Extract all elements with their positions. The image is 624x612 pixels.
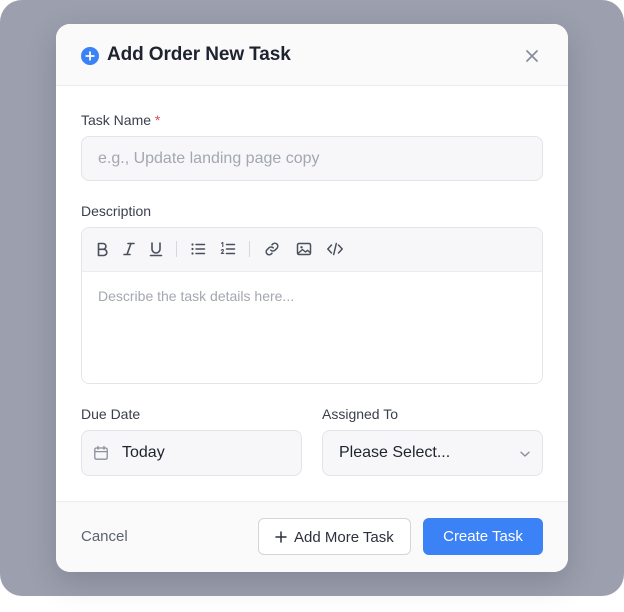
description-textarea[interactable] <box>82 272 542 383</box>
link-button[interactable] <box>263 240 281 258</box>
close-button[interactable] <box>522 46 542 66</box>
italic-icon <box>123 242 135 256</box>
close-icon <box>526 50 538 62</box>
image-icon <box>296 242 312 256</box>
toolbar-divider <box>176 241 177 257</box>
dialog-header: Add Order New Task <box>56 24 568 86</box>
link-icon <box>265 242 279 256</box>
numbered-list-button[interactable] <box>219 240 237 258</box>
description-editor <box>81 227 543 384</box>
numbered-list-icon <box>220 241 236 255</box>
add-more-task-label: Add More Task <box>294 529 394 546</box>
assigned-to-label: Assigned To <box>322 406 399 422</box>
image-button[interactable] <box>295 240 313 258</box>
description-label: Description <box>81 203 152 219</box>
bold-icon <box>97 242 108 257</box>
plus-icon <box>275 531 287 543</box>
due-date-picker[interactable]: Today <box>81 430 302 476</box>
add-task-dialog: Add Order New Task Task Name * Descripti… <box>56 24 568 572</box>
add-more-task-button[interactable]: Add More Task <box>258 518 411 555</box>
task-name-label: Task Name * <box>81 112 160 128</box>
create-task-button[interactable]: Create Task <box>423 518 543 555</box>
cancel-button[interactable]: Cancel <box>81 528 128 545</box>
italic-button[interactable] <box>120 240 138 258</box>
code-icon <box>327 242 343 256</box>
assigned-to-value: Please Select... <box>339 444 451 461</box>
underline-button[interactable] <box>147 240 165 258</box>
bold-button[interactable] <box>93 240 111 258</box>
chevron-down-icon <box>519 448 531 460</box>
required-marker: * <box>154 112 161 128</box>
underline-icon <box>149 242 163 257</box>
task-name-input[interactable] <box>81 136 543 181</box>
dialog-title: Add Order New Task <box>107 44 291 65</box>
toolbar-divider <box>249 241 250 257</box>
bulleted-list-button[interactable] <box>189 240 207 258</box>
due-date-label: Due Date <box>81 406 141 422</box>
due-date-value: Today <box>122 444 165 461</box>
create-task-label: Create Task <box>443 528 523 545</box>
editor-toolbar <box>82 228 542 272</box>
code-button[interactable] <box>326 240 344 258</box>
plus-circle-icon <box>81 47 99 65</box>
assigned-to-select[interactable]: Please Select... <box>322 430 543 476</box>
task-name-label-text: Task Name <box>81 112 152 128</box>
bulleted-list-icon <box>191 243 206 255</box>
calendar-icon <box>93 445 109 461</box>
dialog-footer: Cancel Add More Task Create Task <box>56 501 568 572</box>
